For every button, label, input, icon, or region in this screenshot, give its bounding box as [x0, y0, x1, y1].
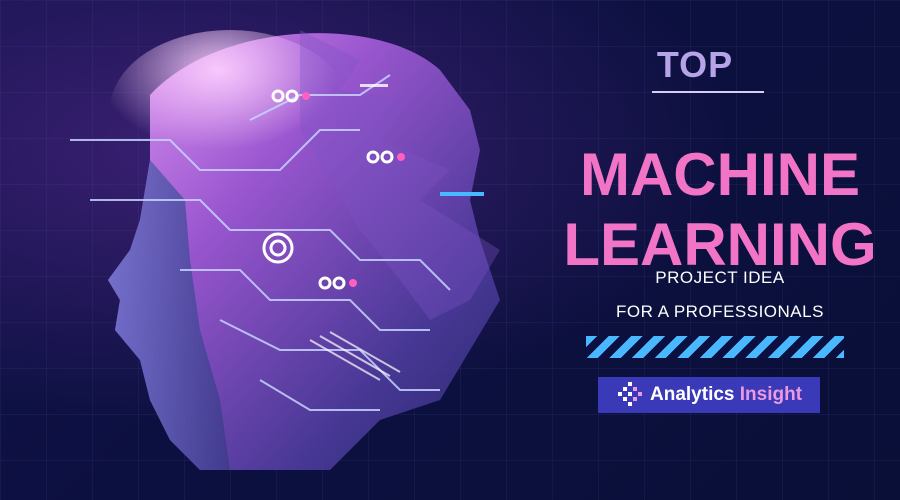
headline: MACHINE LEARNING [560, 140, 880, 280]
striped-divider [586, 336, 844, 358]
brand-primary: Analytics [650, 384, 735, 405]
banner: TOP MACHINE LEARNING PROJECT IDEA FOR A … [0, 0, 900, 500]
headline-line-1: MACHINE [580, 141, 860, 208]
subtitle-line-2: FOR A PROFESSIONALS [616, 302, 824, 321]
brand-secondary: Insight [739, 384, 803, 405]
eyebrow-top: TOP [656, 44, 734, 85]
analytics-insight-logo-icon [618, 382, 642, 406]
brand-name: Analytics Insight [650, 384, 802, 406]
subtitle-line-1: PROJECT IDEA [655, 268, 785, 287]
eyebrow-underline [652, 91, 764, 93]
brand-badge: Analytics Insight [598, 377, 820, 413]
